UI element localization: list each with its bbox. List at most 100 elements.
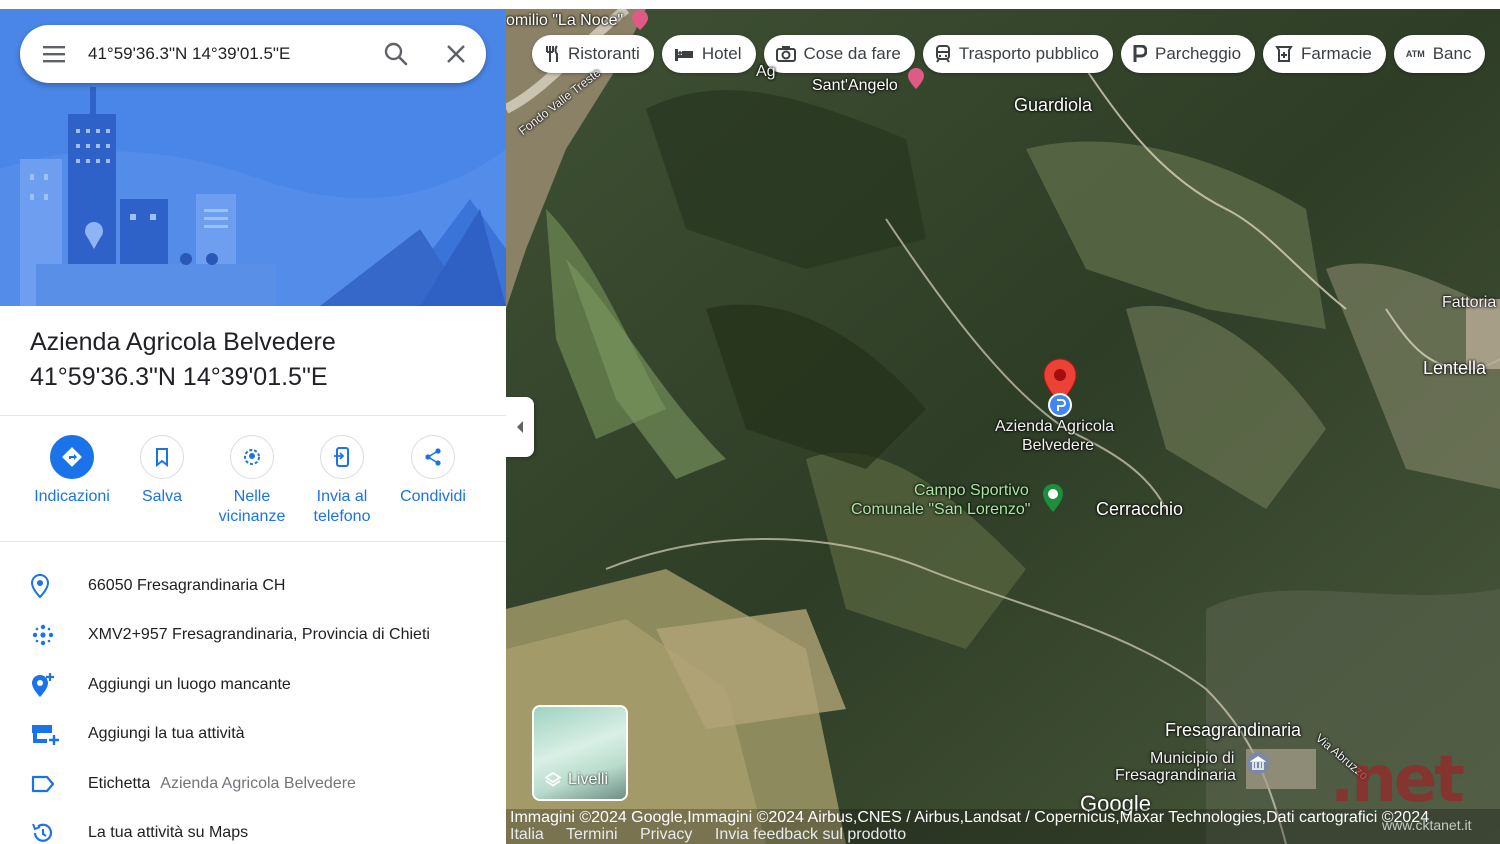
chip-pharmacies[interactable]: Farmacie	[1263, 35, 1386, 73]
chip-hotel[interactable]: Hotel	[661, 35, 756, 73]
save-button[interactable]: Salva	[112, 435, 212, 507]
place-name: Azienda Agricola Belvedere	[30, 328, 336, 356]
hotel-pin-icon[interactable]	[630, 9, 650, 31]
send-to-phone-icon	[334, 447, 349, 467]
chip-parking-label: Parcheggio	[1155, 44, 1242, 63]
address-text: 66050 Fresagrandinaria CH	[88, 577, 286, 594]
chip-banks-label: Banc	[1432, 44, 1472, 63]
map-label-municipio-line2[interactable]: Fresagrandinaria	[1115, 767, 1236, 785]
search-input[interactable]: 41°59'36.3"N 14°39'01.5"E	[88, 44, 366, 64]
map-label-fresagrandinaria[interactable]: Fresagrandinaria	[1165, 720, 1301, 741]
map-label-cerracchio[interactable]: Cerracchio	[1096, 499, 1183, 520]
chip-banks[interactable]: ATM Banc	[1393, 35, 1486, 73]
sports-pin-icon[interactable]	[1042, 483, 1064, 513]
share-button[interactable]: Condividi	[383, 435, 483, 507]
nearby-label-2: vicinanze	[218, 508, 286, 525]
directions-button[interactable]: Indicazioni	[22, 435, 122, 507]
place-panel: 41°59'36.3"N 14°39'01.5"E Azienda Agrico…	[0, 9, 506, 844]
add-place-icon	[32, 673, 54, 697]
nearby-icon	[244, 449, 260, 465]
clear-search-button[interactable]	[426, 25, 486, 83]
footer-link-terms[interactable]: Termini	[566, 826, 618, 843]
plus-code-text: XMV2+957 Fresagrandinaria, Provincia di …	[88, 626, 430, 643]
camera-icon	[775, 45, 796, 63]
top-strip	[0, 0, 1500, 9]
action-buttons: Indicazioni Salva Nelle vicinanze Invia …	[22, 435, 492, 535]
send-label-2: telefono	[313, 508, 371, 525]
map-label-santangelo[interactable]: Sant'Angelo	[812, 77, 898, 95]
attribution-text: Immagini ©2024 Google,Immagini ©2024 Air…	[510, 809, 1430, 826]
layers-button[interactable]: Livelli	[532, 705, 628, 801]
category-chips: Ristoranti Hotel Cose da fare Trasporto …	[532, 35, 1486, 75]
chip-things-to-do[interactable]: Cose da fare	[763, 35, 915, 73]
label-text: Etichetta	[88, 775, 151, 792]
chip-parking[interactable]: Parcheggio	[1121, 35, 1256, 73]
save-label: Salva	[141, 488, 183, 505]
footer-link-privacy[interactable]: Privacy	[640, 826, 692, 843]
map-label-ag: Ag	[756, 63, 776, 80]
chip-hotel-label: Hotel	[701, 44, 742, 63]
place-marker-icon[interactable]	[1046, 391, 1074, 419]
maps-activity-row[interactable]: La tua attività su Maps	[0, 808, 506, 844]
history-icon	[32, 823, 53, 842]
directions-label: Indicazioni	[34, 488, 110, 505]
plus-code-row[interactable]: XMV2+957 Fresagrandinaria, Provincia di …	[0, 610, 506, 660]
menu-button[interactable]	[20, 25, 88, 83]
map-label-municipio-line1[interactable]: Municipio di	[1150, 750, 1234, 768]
bookmark-icon	[156, 448, 168, 467]
place-title: Azienda Agricola Belvedere 41°59'36.3"N …	[30, 325, 490, 395]
map-label-fattoria[interactable]: Fattoria	[1442, 294, 1496, 312]
close-icon	[447, 45, 465, 63]
chip-pharmacies-label: Farmacie	[1301, 44, 1372, 63]
divider	[0, 415, 506, 416]
hotel-pin-icon[interactable]	[906, 67, 926, 91]
pharmacy-icon	[1275, 45, 1293, 63]
parking-icon	[1133, 45, 1148, 63]
nearby-label-1: Nelle	[233, 488, 271, 505]
town-hall-pin-icon[interactable]	[1246, 751, 1270, 775]
share-icon	[425, 448, 441, 466]
maps-activity-text: La tua attività su Maps	[88, 824, 249, 841]
map-label-la-noce[interactable]: omilio "La Noce"	[506, 12, 623, 30]
transit-icon	[935, 45, 951, 63]
add-missing-place-row[interactable]: Aggiungi un luogo mancante	[0, 660, 506, 710]
add-business-row[interactable]: Aggiungi la tua attività	[0, 709, 506, 759]
map-label-campo-line1[interactable]: Campo Sportivo	[914, 482, 1029, 500]
watermark-logo: .net	[1330, 743, 1465, 817]
chip-restaurants-label: Ristoranti	[568, 44, 640, 63]
footer-link-feedback[interactable]: Invia feedback sul prodotto	[715, 826, 906, 843]
layers-icon	[544, 771, 562, 787]
map-label-guardiola[interactable]: Guardiola	[1014, 95, 1092, 116]
map-label-lentella[interactable]: Lentella	[1423, 358, 1486, 379]
chip-transit-label: Trasporto pubblico	[958, 44, 1100, 63]
address-row[interactable]: 66050 Fresagrandinaria CH	[0, 561, 506, 611]
maps-window: 41°59'36.3"N 14°39'01.5"E Azienda Agrico…	[0, 0, 1500, 844]
place-coordinates: 41°59'36.3"N 14°39'01.5"E	[30, 363, 328, 391]
search-icon	[384, 42, 408, 66]
search-button[interactable]	[366, 25, 426, 83]
map-label-campo-line2[interactable]: Comunale "San Lorenzo"	[851, 501, 1030, 519]
add-business-icon	[32, 725, 59, 745]
hotel-icon	[674, 46, 694, 62]
footer-link-country[interactable]: Italia	[510, 826, 544, 843]
map-canvas[interactable]: Ristoranti Hotel Cose da fare Trasporto …	[506, 9, 1500, 844]
map-label-marker-line2[interactable]: Belvedere	[1022, 437, 1094, 455]
plus-code-icon	[32, 624, 54, 646]
search-box[interactable]: 41°59'36.3"N 14°39'01.5"E	[20, 25, 486, 83]
send-to-phone-button[interactable]: Invia al telefono	[292, 435, 392, 527]
hamburger-menu-icon	[43, 46, 65, 63]
label-row[interactable]: Etichetta Azienda Agricola Belvedere	[0, 759, 506, 809]
attribution-bar: Immagini ©2024 Google,Immagini ©2024 Air…	[506, 809, 1500, 844]
chip-transit[interactable]: Trasporto pubblico	[922, 35, 1114, 73]
location-pin-icon	[30, 573, 50, 599]
send-label-1: Invia al	[316, 488, 368, 505]
divider	[0, 541, 506, 542]
directions-icon	[62, 447, 82, 467]
nearby-button[interactable]: Nelle vicinanze	[202, 435, 302, 527]
share-label: Condividi	[400, 488, 466, 505]
add-missing-place-text: Aggiungi un luogo mancante	[88, 676, 291, 693]
map-label-marker-line1[interactable]: Azienda Agricola	[995, 418, 1114, 436]
atm-icon: ATM	[1405, 49, 1425, 59]
collapse-panel-button[interactable]	[506, 397, 534, 457]
watermark-url: www.cktanet.it	[1382, 817, 1472, 833]
